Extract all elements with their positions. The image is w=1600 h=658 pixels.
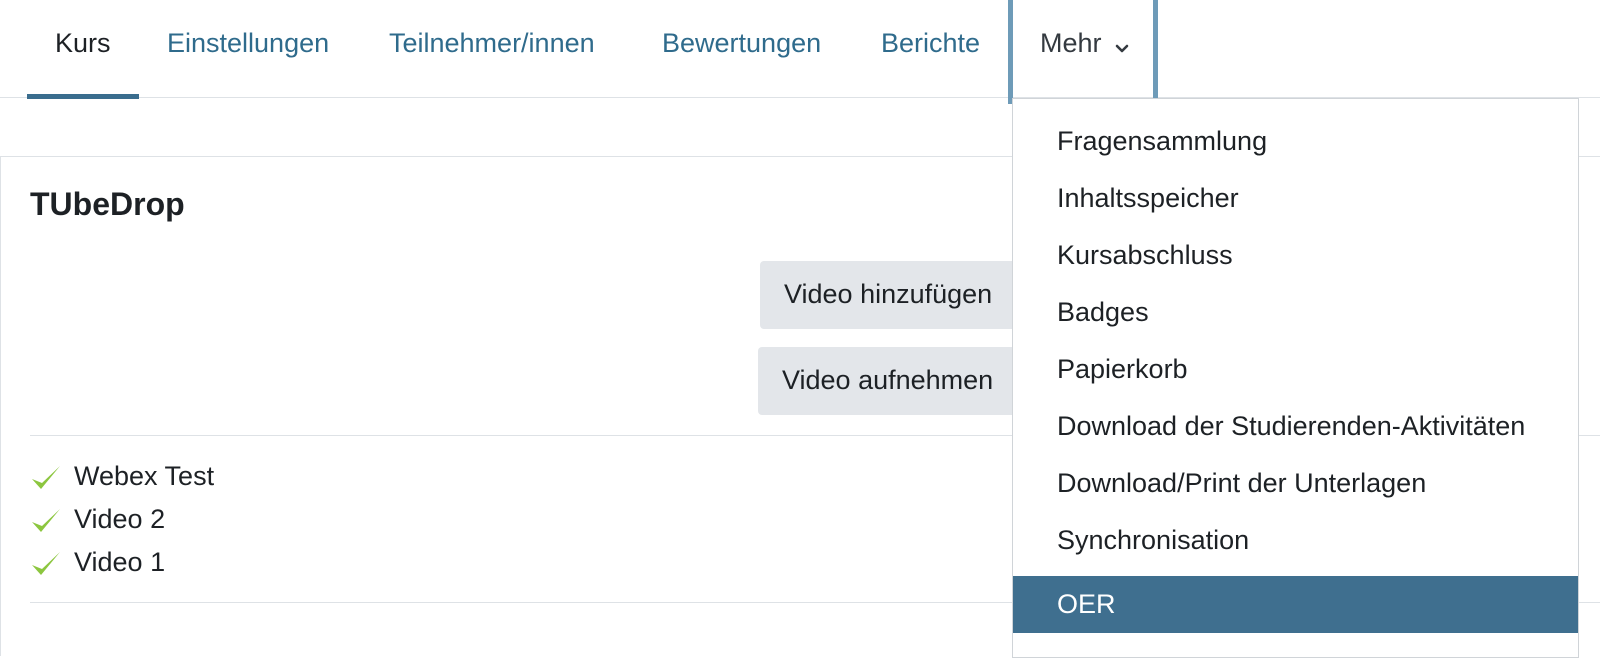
tab-mehr[interactable]: Mehr xyxy=(1040,0,1129,98)
tab-teilnehmer[interactable]: Teilnehmer/innen xyxy=(389,0,595,98)
tab-einstellungen-label: Einstellungen xyxy=(167,28,330,58)
video-title: Video 1 xyxy=(74,547,166,577)
block-title: TUbeDrop xyxy=(30,186,185,222)
video-title: Video 2 xyxy=(74,504,166,534)
menu-item-badges[interactable]: Badges xyxy=(1013,284,1578,341)
check-icon xyxy=(32,551,60,575)
tab-kurs[interactable]: Kurs xyxy=(27,0,139,99)
tab-mehr-label: Mehr xyxy=(1040,28,1102,58)
chevron-down-icon xyxy=(1115,2,1129,88)
more-dropdown-menu: Fragensammlung Inhaltsspeicher Kursabsch… xyxy=(1012,98,1579,658)
video-title: Webex Test xyxy=(74,461,215,491)
menu-item-papierkorb[interactable]: Papierkorb xyxy=(1013,341,1578,398)
video-list-item[interactable]: Webex Test xyxy=(30,456,214,496)
tab-teilnehmer-label: Teilnehmer/innen xyxy=(389,28,595,58)
video-list-item[interactable]: Video 2 xyxy=(30,499,165,539)
tab-berichte[interactable]: Berichte xyxy=(881,0,980,98)
add-video-button[interactable]: Video hinzufügen xyxy=(760,261,1050,329)
menu-item-synchronisation[interactable]: Synchronisation xyxy=(1013,512,1578,569)
record-video-button[interactable]: Video aufnehmen xyxy=(758,347,1050,415)
menu-item-fragensammlung[interactable]: Fragensammlung xyxy=(1013,113,1578,170)
active-tab-indicator xyxy=(27,94,139,99)
menu-item-download-activities[interactable]: Download der Studierenden-Aktivitäten xyxy=(1013,398,1578,455)
video-list-item[interactable]: Video 1 xyxy=(30,542,165,582)
menu-item-download-print[interactable]: Download/Print der Unterlagen xyxy=(1013,455,1578,512)
tab-berichte-label: Berichte xyxy=(881,28,981,58)
menu-item-oer[interactable]: OER xyxy=(1013,576,1578,633)
menu-item-inhaltsspeicher[interactable]: Inhaltsspeicher xyxy=(1013,170,1578,227)
course-navigation: Kurs Einstellungen Teilnehmer/innen Bewe… xyxy=(0,0,1600,99)
tab-kurs-label: Kurs xyxy=(55,28,111,58)
tab-einstellungen[interactable]: Einstellungen xyxy=(167,0,329,98)
menu-item-kursabschluss[interactable]: Kursabschluss xyxy=(1013,227,1578,284)
tab-bewertungen-label: Bewertungen xyxy=(662,28,822,58)
check-icon xyxy=(32,465,60,489)
check-icon xyxy=(32,508,60,532)
tab-bewertungen[interactable]: Bewertungen xyxy=(662,0,821,98)
